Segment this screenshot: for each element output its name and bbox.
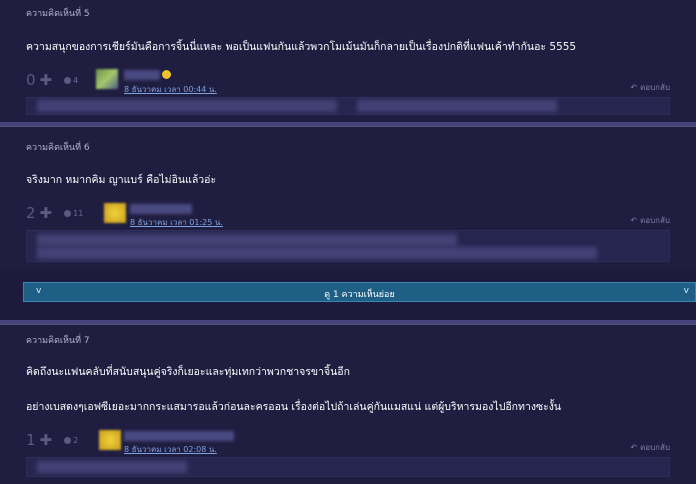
reply-icon: ↶ <box>630 443 638 452</box>
comment-text: อย่างเบสดงๆเอฟซีเยอะมากกระแสมารอแล้วก่อน… <box>26 401 562 413</box>
plus-icon[interactable]: ✚ <box>40 204 53 222</box>
plus-icon[interactable]: ✚ <box>40 431 53 449</box>
vote-widget: 0 ✚ 4 <box>26 71 78 89</box>
comment-text: จริงมาก หมากคิม ญาแบร์ คือไม่อินแล้วอ่ะ <box>26 174 217 186</box>
comment-5: ความคิดเห็นที่ 5 ความสนุกของการเชียร์มัน… <box>0 0 696 122</box>
reply-icon: ↶ <box>630 83 638 92</box>
comment-text: ความสนุกของการเชียร์มันคือการจิ้นนี่แหละ… <box>26 41 577 53</box>
divider <box>0 122 696 127</box>
emotion-icon <box>64 209 72 217</box>
vote-widget: 2 ✚ 11 <box>26 204 83 222</box>
badge-icon <box>162 70 171 79</box>
username-blurred[interactable] <box>124 70 160 80</box>
blurred-sub-content <box>26 230 670 262</box>
comment-title: ความคิดเห็นที่ 5 <box>26 9 90 19</box>
comment-date[interactable]: 8 ธันวาคม เวลา 00:44 น. <box>124 83 217 96</box>
comment-7: ความคิดเห็นที่ 7 คิดถึงนะแฟนคลับที่สนับส… <box>0 325 696 484</box>
avatar[interactable] <box>99 430 121 450</box>
vote-count: 0 <box>26 71 36 89</box>
comment-title: ความคิดเห็นที่ 7 <box>26 336 90 346</box>
emotion-icon <box>64 76 72 84</box>
divider <box>0 320 696 325</box>
comment-6: ความคิดเห็นที่ 6 จริงมาก หมากคิม ญาแบร์ … <box>0 127 696 269</box>
emotion-icon <box>64 436 72 444</box>
vote-count: 2 <box>26 204 36 222</box>
reply-button[interactable]: ↶ ตอบกลับ <box>630 81 670 94</box>
reply-button[interactable]: ↶ ตอบกลับ <box>630 441 670 454</box>
avatar[interactable] <box>96 69 118 89</box>
comment-date[interactable]: 8 ธันวาคม เวลา 02:08 น. <box>124 443 217 456</box>
chevron-down-icon: v <box>683 286 689 296</box>
emotion-count[interactable]: 2 <box>64 436 78 445</box>
comment-date[interactable]: 8 ธันวาคม เวลา 01:25 น. <box>130 216 223 229</box>
view-replies-label: ดู 1 ความเห็นย่อย <box>324 290 395 300</box>
comment-text: คิดถึงนะแฟนคลับที่สนับสนุนคู่จริงก็เยอะแ… <box>26 366 350 378</box>
comment-title: ความคิดเห็นที่ 6 <box>26 143 90 153</box>
reply-button[interactable]: ↶ ตอบกลับ <box>630 214 670 227</box>
vote-count: 1 <box>26 431 36 449</box>
username-blurred[interactable] <box>130 204 192 214</box>
view-replies-button[interactable]: v ดู 1 ความเห็นย่อย v <box>23 282 696 302</box>
username-blurred[interactable] <box>124 431 234 441</box>
plus-icon[interactable]: ✚ <box>40 71 53 89</box>
vote-widget: 1 ✚ 2 <box>26 431 78 449</box>
reply-icon: ↶ <box>630 216 638 225</box>
emotion-count[interactable]: 4 <box>64 76 78 85</box>
avatar[interactable] <box>104 203 126 223</box>
blurred-sub-content <box>26 97 670 115</box>
emotion-count[interactable]: 11 <box>64 209 83 218</box>
blurred-sub-content <box>26 457 670 477</box>
